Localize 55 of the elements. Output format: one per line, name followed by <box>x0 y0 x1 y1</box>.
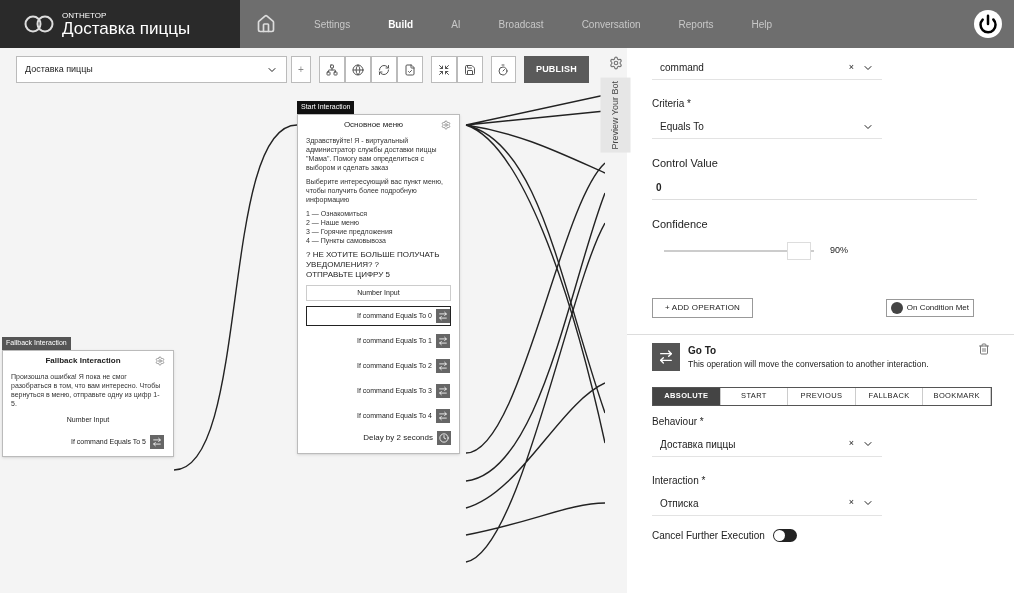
add-operation-button[interactable]: + ADD OPERATION <box>652 297 754 318</box>
clear-button[interactable]: × <box>848 60 854 75</box>
logo-icon <box>24 15 54 33</box>
add-button[interactable]: + <box>291 56 311 83</box>
brand-name: Доставка пиццы <box>62 19 191 37</box>
home-icon[interactable] <box>256 14 276 34</box>
delete-icon[interactable] <box>978 342 990 355</box>
notice-text: ? НЕ ХОТИТЕ БОЛЬШЕ ПОЛУЧАТЬ УВЕДОМЛЕНИЯ? ? <box>306 249 441 270</box>
brand-small: ONTHETOP <box>62 11 108 20</box>
timer-icon[interactable] <box>490 56 516 83</box>
field-label: Criteria * <box>652 97 692 111</box>
slider-reading: 90% <box>830 244 848 257</box>
node-title: Основное меню <box>342 118 405 131</box>
settings-icon[interactable] <box>441 119 451 130</box>
settings-icon[interactable] <box>155 355 165 366</box>
notice-text: ОТПРАВЬТЕ ЦИФРУ 5 <box>306 269 391 280</box>
field-label: Confidence <box>652 216 709 232</box>
field-label: Behaviour * <box>652 414 705 429</box>
toolbar-icon[interactable] <box>430 56 457 83</box>
field-label: Interaction * <box>652 473 707 488</box>
delay-text: Delay by 2 seconds <box>363 432 433 444</box>
condition-button[interactable]: On Condition Met <box>885 298 974 317</box>
toolbar-icon[interactable] <box>344 56 371 83</box>
goto-icon[interactable] <box>436 409 450 423</box>
power-button[interactable] <box>974 10 1002 38</box>
input-field[interactable]: 0 <box>652 175 977 200</box>
publish-button[interactable]: PUBLISH <box>523 56 589 83</box>
goto-icon[interactable] <box>436 384 450 398</box>
toolbar-icon[interactable] <box>318 56 345 83</box>
nav-tab[interactable]: Build <box>388 16 414 32</box>
select-field[interactable]: Доставка пиццы × <box>652 432 882 457</box>
preview-tab[interactable]: Preview Your Bot <box>601 78 631 153</box>
settings-icon[interactable] <box>609 56 623 70</box>
select-field[interactable]: command × <box>652 56 882 80</box>
toolbar-icon[interactable] <box>456 56 483 83</box>
operation-title: Go To <box>688 343 718 358</box>
operation-description: This operation will move the conversation to another interaction. <box>688 357 930 371</box>
toggle-label: Cancel Further Execution <box>652 528 765 543</box>
goto-icon[interactable] <box>436 309 450 323</box>
goto-icon[interactable] <box>150 435 164 449</box>
slider-thumb[interactable] <box>787 241 811 260</box>
field-label: Control Value <box>652 156 719 171</box>
select-field[interactable]: Equals To <box>652 115 882 139</box>
clock-icon[interactable] <box>437 431 451 445</box>
clear-button[interactable]: × <box>848 437 854 451</box>
goto-icon[interactable] <box>436 359 450 373</box>
goto-icon <box>652 342 680 371</box>
node-title: Fallback Interaction <box>44 354 122 367</box>
toggle-switch[interactable] <box>772 528 797 542</box>
bot-select[interactable]: Доставка пиццы <box>16 56 288 83</box>
toolbar-icon[interactable] <box>370 56 397 83</box>
clear-button[interactable]: × <box>848 496 854 510</box>
goto-icon[interactable] <box>436 334 450 348</box>
interaction-node[interactable] <box>297 113 460 454</box>
select-field[interactable]: Отписка × <box>652 491 882 516</box>
